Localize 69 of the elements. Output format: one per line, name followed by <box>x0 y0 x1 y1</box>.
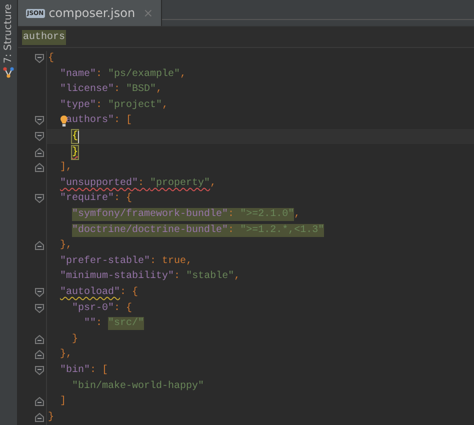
punctuation: ] <box>60 395 66 408</box>
json-key: authors" <box>66 114 114 128</box>
json-key: "unsupported" <box>60 176 138 190</box>
punctuation: : { <box>114 302 132 315</box>
fold-end-icon[interactable] <box>35 334 44 344</box>
string-value: "property" <box>150 176 210 190</box>
punctuation: : <box>138 176 146 190</box>
punctuation: , <box>186 254 192 268</box>
punctuation: , <box>234 270 240 284</box>
punctuation: , <box>294 208 300 221</box>
string-value: "stable" <box>186 270 234 284</box>
punctuation: : <box>150 254 158 268</box>
punctuation: , <box>162 98 168 112</box>
json-key: "bin" <box>60 364 90 377</box>
punctuation: : <box>228 208 240 221</box>
punctuation: : { <box>114 192 132 206</box>
json-key: "minimum-stability" <box>60 270 174 284</box>
fold-icon[interactable] <box>35 194 44 204</box>
json-key: "prefer-stable" <box>60 254 150 268</box>
punctuation: : <box>96 317 104 330</box>
punctuation: }, <box>60 348 72 362</box>
json-key: "type" <box>60 98 96 112</box>
punctuation: { <box>72 130 78 144</box>
fold-end-icon[interactable] <box>35 412 44 422</box>
json-key: "doctrine/doctrine-bundle" <box>72 224 228 237</box>
fold-end-icon[interactable] <box>35 397 44 406</box>
punctuation: } <box>72 332 78 346</box>
fold-end-icon[interactable] <box>35 148 44 157</box>
punctuation: , <box>180 68 186 81</box>
fold-end-icon[interactable] <box>35 350 44 360</box>
fold-icon[interactable] <box>35 366 44 375</box>
json-key: "require" <box>60 192 114 206</box>
json-key: "autoload" <box>60 286 120 299</box>
fold-icon[interactable] <box>35 288 44 297</box>
keyword: true <box>162 254 186 268</box>
fold-icon[interactable] <box>35 132 44 142</box>
punctuation: } <box>48 410 54 424</box>
punctuation: } <box>72 146 78 159</box>
punctuation: , <box>210 176 216 190</box>
punctuation: : <box>114 83 122 96</box>
structure-tab[interactable]: 7: Structure <box>3 4 14 64</box>
lightbulb-icon[interactable] <box>60 114 68 127</box>
fold-icon[interactable] <box>35 116 44 126</box>
fold-icon[interactable] <box>35 304 44 313</box>
json-key: "psr-0" <box>72 302 114 315</box>
fold-end-icon[interactable] <box>35 241 44 250</box>
punctuation: { <box>48 52 54 66</box>
punctuation: : [ <box>90 364 108 377</box>
fold-icon[interactable] <box>35 54 44 64</box>
json-key: "symfony/framework-bundle" <box>72 208 228 221</box>
string-value: "BSD" <box>126 83 156 96</box>
string-value: "bin/make-world-happy" <box>72 380 204 393</box>
fold-end-icon[interactable] <box>35 163 44 172</box>
punctuation: , <box>156 83 162 96</box>
json-key: "name" <box>60 68 96 81</box>
punctuation: }, <box>60 239 72 252</box>
punctuation: : <box>96 98 104 112</box>
structure-icon[interactable] <box>3 67 14 78</box>
punctuation: ], <box>60 161 72 174</box>
string-value: "ps/example" <box>108 68 180 81</box>
punctuation: : <box>174 270 182 284</box>
punctuation: : <box>96 68 104 81</box>
string-value: "project" <box>108 98 162 112</box>
punctuation: : <box>228 224 240 237</box>
punctuation: : { <box>120 286 138 299</box>
punctuation: : [ <box>114 114 132 128</box>
json-key: "" <box>84 317 96 330</box>
json-key: "license" <box>60 83 114 96</box>
breadcrumb[interactable]: authors <box>22 30 66 45</box>
